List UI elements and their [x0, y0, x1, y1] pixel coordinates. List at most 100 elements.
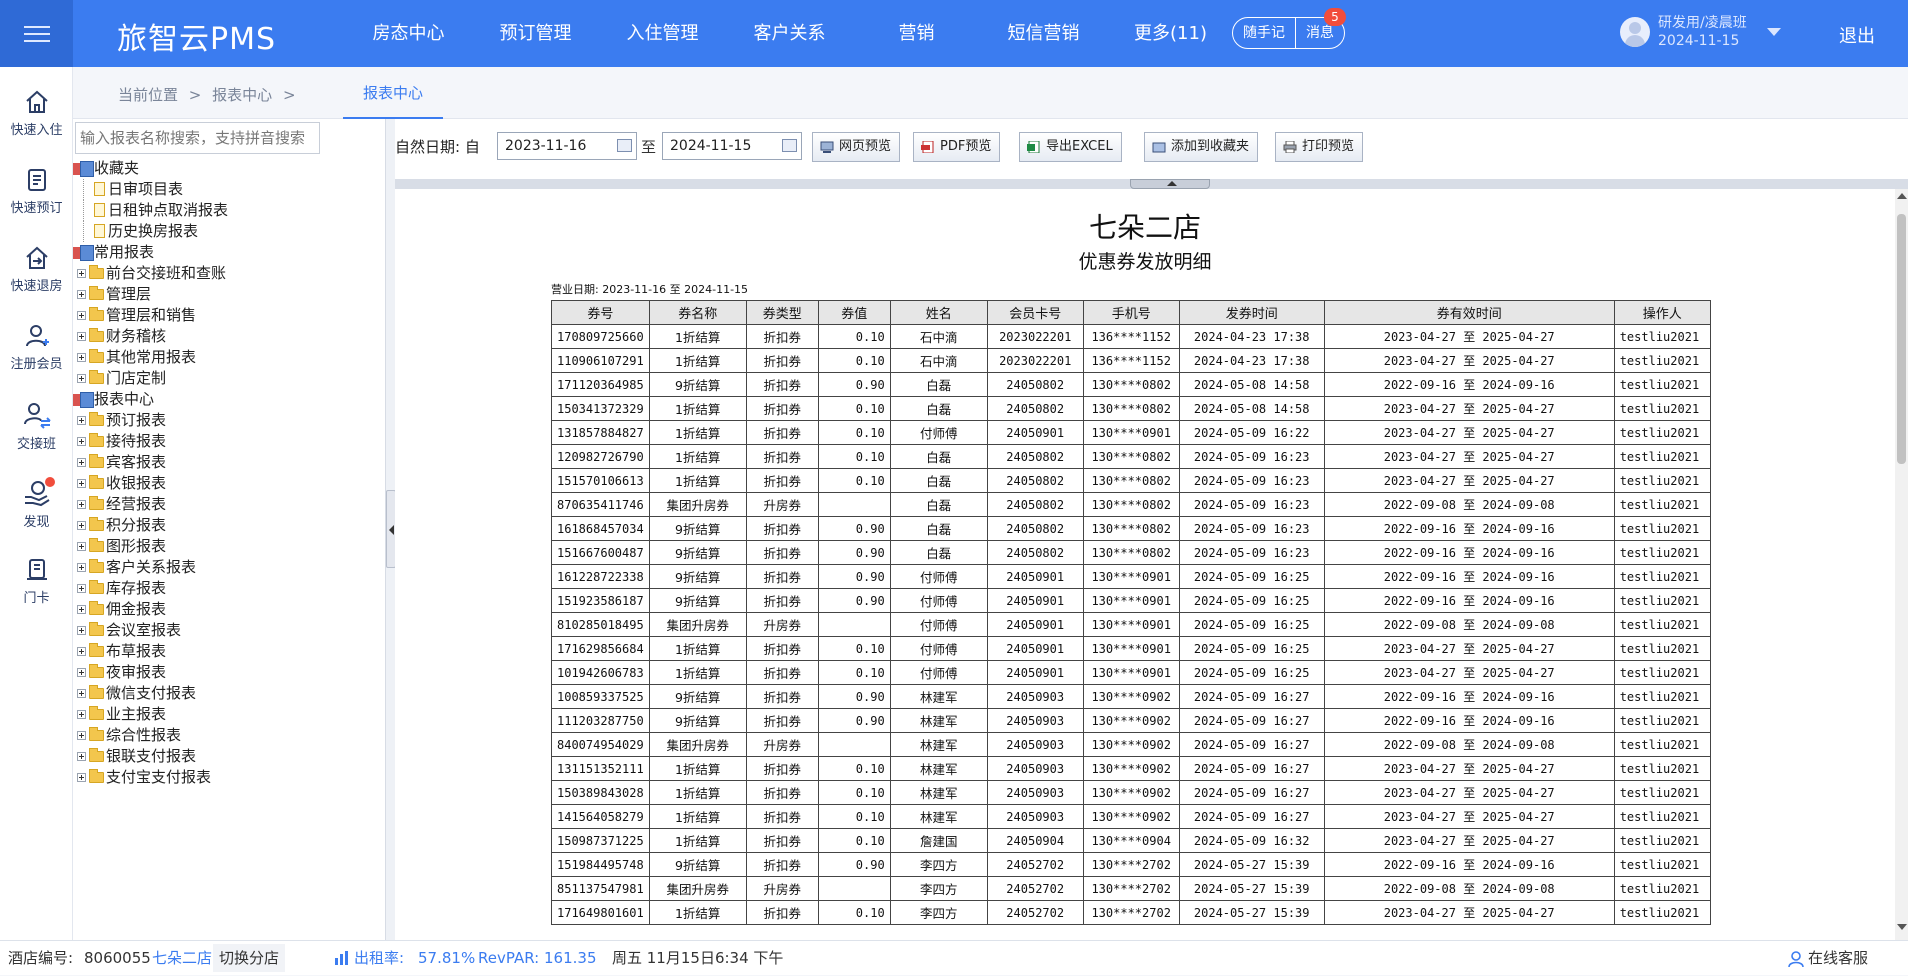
user-name: 研发用/凌晨班: [1658, 15, 1747, 31]
pdf-preview-button[interactable]: PDF预览: [913, 132, 1001, 162]
logout-button[interactable]: 退出: [1839, 22, 1875, 48]
expand-icon[interactable]: [77, 731, 86, 740]
nav-booking[interactable]: 预订管理: [472, 0, 599, 67]
tree-leaf[interactable]: 历史换房报表: [73, 221, 228, 242]
quick-checkout[interactable]: 快速退房: [0, 245, 73, 294]
expand-icon[interactable]: [77, 374, 86, 383]
tree-folder[interactable]: 财务稽核: [73, 326, 228, 347]
tree-leaf[interactable]: 日审项目表: [73, 179, 228, 200]
expand-icon[interactable]: [77, 458, 86, 467]
notes-button[interactable]: 随手记: [1233, 18, 1295, 48]
tree-folder[interactable]: 综合性报表: [73, 725, 228, 746]
table-cell: 151923586187: [551, 588, 650, 613]
menu-toggle-button[interactable]: [0, 0, 73, 67]
quick-shift-handover[interactable]: 交接班: [0, 401, 73, 452]
table-cell: 折扣券: [745, 396, 819, 421]
expand-icon[interactable]: [77, 269, 86, 278]
table-cell: 24050802: [986, 516, 1084, 541]
tree-folder[interactable]: 布草报表: [73, 641, 228, 662]
expand-icon[interactable]: [77, 416, 86, 425]
expand-icon[interactable]: [77, 311, 86, 320]
tree-folder[interactable]: 客户关系报表: [73, 557, 228, 578]
quick-discover[interactable]: 发现: [0, 477, 73, 530]
expand-icon[interactable]: [77, 353, 86, 362]
tree-folder[interactable]: 库存报表: [73, 578, 228, 599]
tree-folder[interactable]: 管理层: [73, 284, 228, 305]
quick-register-member[interactable]: 注册会员: [0, 323, 73, 372]
end-date-input[interactable]: 2024-11-15: [662, 132, 802, 160]
expand-icon[interactable]: [77, 563, 86, 572]
quick-checkin[interactable]: 快速入住: [0, 89, 73, 138]
tree-folder[interactable]: 门店定制: [73, 368, 228, 389]
expand-icon[interactable]: [77, 689, 86, 698]
tree-folder[interactable]: 宾客报表: [73, 452, 228, 473]
expand-icon[interactable]: [77, 542, 86, 551]
nav-checkin[interactable]: 入住管理: [599, 0, 726, 67]
scroll-thumb[interactable]: [1897, 214, 1906, 464]
expand-icon[interactable]: [77, 479, 86, 488]
expand-icon[interactable]: [77, 626, 86, 635]
expand-icon[interactable]: [77, 437, 86, 446]
status-bar: 酒店编号: 8060055 七朵二店 切换分店 出租率: 57.81% RevP…: [0, 940, 1908, 975]
report-search-input[interactable]: [75, 122, 320, 154]
tab-report-center[interactable]: 报表中心: [343, 67, 443, 119]
expand-icon[interactable]: [77, 752, 86, 761]
tree-folder[interactable]: 其他常用报表: [73, 347, 228, 368]
nav-crm[interactable]: 客户关系: [726, 0, 853, 67]
tree-leaf[interactable]: 日租钟点取消报表: [73, 200, 228, 221]
column-header: 发券时间: [1178, 300, 1325, 325]
collapse-toolbar-button[interactable]: [1130, 179, 1210, 189]
tree-folder[interactable]: 业主报表: [73, 704, 228, 725]
add-favorite-button[interactable]: 添加到收藏夹: [1144, 132, 1259, 162]
tree-folder[interactable]: 预订报表: [73, 410, 228, 431]
expand-icon[interactable]: [77, 290, 86, 299]
expand-icon[interactable]: [77, 584, 86, 593]
start-date-input[interactable]: 2023-11-16: [497, 132, 637, 160]
nav-more[interactable]: 更多(11): [1107, 0, 1234, 67]
calendar-icon[interactable]: [782, 139, 797, 152]
tree-node-report-center[interactable]: 报表中心: [73, 389, 228, 410]
web-preview-button[interactable]: 网页预览: [812, 132, 901, 162]
tree-folder[interactable]: 图形报表: [73, 536, 228, 557]
folder-icon: [89, 433, 104, 447]
table-cell: 24050903: [986, 804, 1084, 829]
tree-folder[interactable]: 佣金报表: [73, 599, 228, 620]
expand-icon[interactable]: [77, 332, 86, 341]
report-scrollbar[interactable]: [1895, 189, 1908, 940]
tree-folder[interactable]: 积分报表: [73, 515, 228, 536]
quick-room-card[interactable]: 门卡: [0, 557, 73, 606]
expand-icon[interactable]: [77, 668, 86, 677]
online-support-link[interactable]: 在线客服: [1808, 941, 1868, 976]
expand-icon[interactable]: [77, 710, 86, 719]
scroll-up-icon[interactable]: [1897, 193, 1907, 199]
expand-icon[interactable]: [77, 521, 86, 530]
tree-folder[interactable]: 支付宝支付报表: [73, 767, 228, 788]
table-cell: 林建军: [889, 780, 988, 805]
tree-folder[interactable]: 管理层和销售: [73, 305, 228, 326]
nav-sms-marketing[interactable]: 短信营销: [980, 0, 1107, 67]
tree-folder[interactable]: 微信支付报表: [73, 683, 228, 704]
table-cell: 141564058279: [551, 804, 650, 829]
expand-icon[interactable]: [77, 773, 86, 782]
expand-icon[interactable]: [77, 605, 86, 614]
tree-folder[interactable]: 银联支付报表: [73, 746, 228, 767]
print-preview-button[interactable]: 打印预览: [1275, 132, 1364, 162]
tree-node-favorites[interactable]: 收藏夹: [73, 158, 228, 179]
scroll-down-icon[interactable]: [1897, 924, 1907, 930]
tree-node-common[interactable]: 常用报表: [73, 242, 228, 263]
tree-folder[interactable]: 收银报表: [73, 473, 228, 494]
export-excel-button[interactable]: 导出EXCEL: [1019, 132, 1122, 162]
expand-icon[interactable]: [77, 647, 86, 656]
tree-folder[interactable]: 接待报表: [73, 431, 228, 452]
expand-icon[interactable]: [77, 500, 86, 509]
switch-hotel-button[interactable]: 切换分店: [213, 944, 286, 972]
tree-folder[interactable]: 经营报表: [73, 494, 228, 515]
calendar-icon[interactable]: [617, 139, 632, 152]
tree-folder[interactable]: 夜审报表: [73, 662, 228, 683]
nav-room-status[interactable]: 房态中心: [345, 0, 472, 67]
quick-booking[interactable]: 快速预订: [0, 167, 73, 216]
user-menu[interactable]: 研发用/凌晨班 2024-11-15: [1620, 14, 1781, 50]
tree-folder[interactable]: 前台交接班和查账: [73, 263, 228, 284]
nav-marketing[interactable]: 营销: [853, 0, 980, 67]
tree-folder[interactable]: 会议室报表: [73, 620, 228, 641]
